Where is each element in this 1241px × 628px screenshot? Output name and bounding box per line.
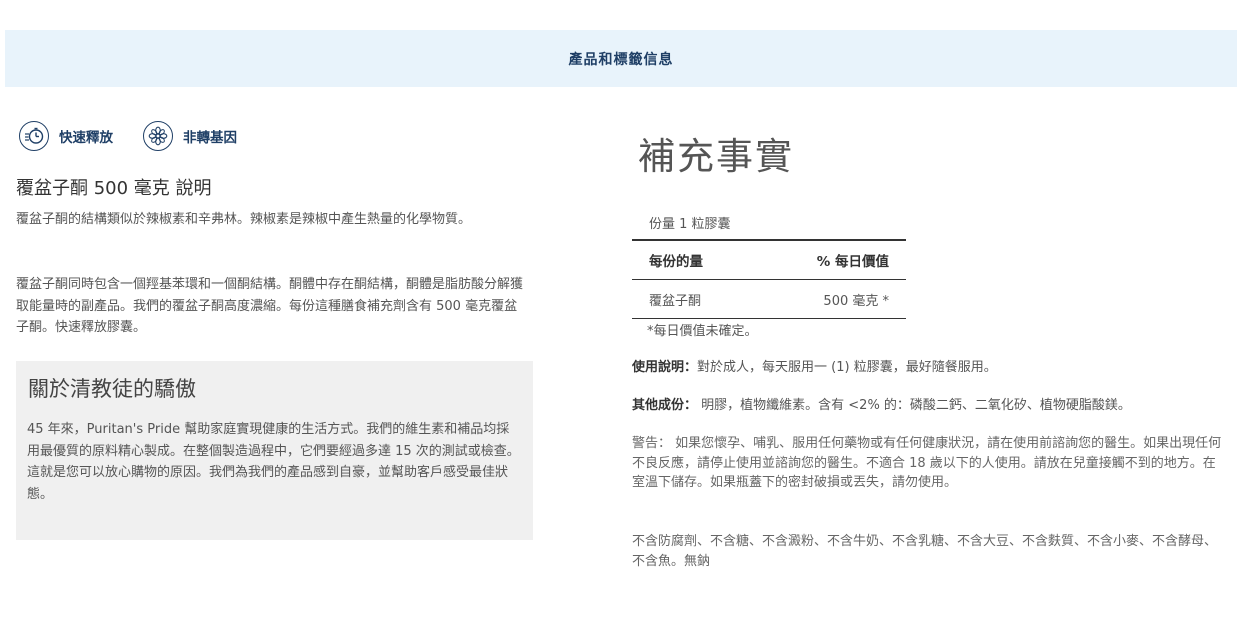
non-gmo-flower-icon <box>143 121 173 151</box>
supplement-facts-title: 補充事實 <box>638 135 794 178</box>
feature-badges: 快速釋放 非轉基因 <box>19 121 267 151</box>
badge-non-gmo: 非轉基因 <box>143 121 237 151</box>
brand-pride-title: 關於清教徒的驕傲 <box>28 377 196 401</box>
column-header-amount: 每份的量 <box>632 240 754 280</box>
badge-label: 非轉基因 <box>183 130 237 146</box>
other-ingredients: 其他成份： 明膠，植物纖維素。含有 <2% 的：磷酸二鈣、二氧化矽、植物硬脂酸鎂… <box>632 396 1222 416</box>
supplement-facts-table: 每份的量 % 每日價值 覆盆子酮 500 毫克 * <box>632 239 906 319</box>
brand-pride-text: 45 年來，Puritan's Pride 幫助家庭實現健康的生活方式。我們的維… <box>27 422 520 502</box>
description-title: 覆盆子酮 500 毫克 說明 <box>16 178 212 199</box>
other-ingredients-text: 明膠，植物纖維素。含有 <2% 的：磷酸二鈣、二氧化矽、植物硬脂酸鎂。 <box>697 398 1131 413</box>
free-from-text: 不含防腐劑、不含糖、不含澱粉、不含牛奶、不含乳糖、不含大豆、不含麩質、不含小麥、… <box>632 534 1218 569</box>
description-paragraph-1: 覆盆子酮的結構類似於辣椒素和辛弗林。辣椒素是辣椒中產生熱量的化學物質。 <box>16 212 472 227</box>
badge-quick-release: 快速釋放 <box>19 121 113 151</box>
column-header-daily-value: % 每日價值 <box>753 240 906 280</box>
description-paragraph-2: 覆盆子酮同時包含一個羥基苯環和一個酮結構。酮體中存在酮結構，酮體是脂肪酸分解獲取… <box>16 277 524 335</box>
other-ingredients-label: 其他成份： <box>632 398 698 413</box>
usage-label: 使用說明： <box>632 360 698 375</box>
table-row: 覆盆子酮 500 毫克 * <box>632 280 906 319</box>
usage-text: 對於成人，每天服用一 (1) 粒膠囊，最好隨餐服用。 <box>697 360 997 375</box>
quick-release-icon <box>19 121 49 151</box>
brand-pride-box: 關於清教徒的驕傲 45 年來，Puritan's Pride 幫助家庭實現健康的… <box>16 361 533 540</box>
daily-value-note: *每日價值未確定。 <box>647 324 758 339</box>
ingredient-amount: 500 毫克 * <box>823 293 889 309</box>
serving-size: 份量 1 粒膠囊 <box>649 217 731 232</box>
ingredient-name: 覆盆子酮 <box>649 293 702 309</box>
table-header-row: 每份的量 % 每日價值 <box>632 240 906 280</box>
banner-title: 產品和標籤信息 <box>568 51 674 68</box>
badge-label: 快速釋放 <box>59 130 113 146</box>
usage-instructions: 使用說明：對於成人，每天服用一 (1) 粒膠囊，最好隨餐服用。 <box>632 358 1222 378</box>
product-info-banner: 產品和標籤信息 <box>5 30 1237 87</box>
warning-text: 警告： 如果您懷孕、哺乳、服用任何藥物或有任何健康狀況，請在使用前諮詢您的醫生。… <box>632 436 1222 490</box>
